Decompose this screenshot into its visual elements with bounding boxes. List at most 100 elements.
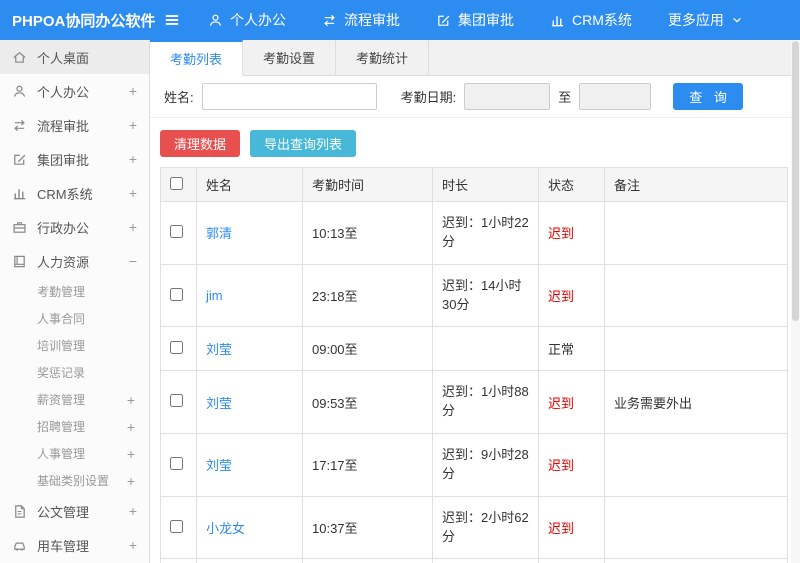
sidebar-item-label: CRM系统 [37,186,93,202]
employee-name-link[interactable]: 刘莹 [206,458,232,473]
name-cell: 小龙女 [196,495,303,560]
checkbox-header-cell [160,167,197,202]
plus-icon[interactable]: + [129,220,137,234]
employee-name-link[interactable]: 刘莹 [206,396,232,411]
workflow-icon [12,118,28,133]
remark-cell [604,495,788,560]
row-checkbox[interactable] [170,340,183,354]
column-header: 状态 [538,167,605,202]
sidebar-subitem-reward-punishment[interactable]: 奖惩记录 [0,359,149,386]
sidebar-subitem-personnel-management[interactable]: 人事管理 + [0,440,149,467]
date-from-input[interactable] [464,83,551,110]
select-all-checkbox[interactable] [170,176,183,190]
sidebar-item-group-approval[interactable]: 集团审批 + [0,142,149,176]
status-text: 正常 [548,342,575,358]
sidebar-item-label: 个人办公 [37,84,90,100]
sidebar-subitem-basic-category-settings[interactable]: 基础类别设置 + [0,467,149,494]
sidebar-subitem-attendance-management[interactable]: 考勤管理 [0,278,149,305]
plus-icon[interactable]: + [129,538,137,552]
scrollbar-thumb[interactable] [792,41,799,321]
nav-item-more-apps[interactable]: 更多应用 [668,10,743,30]
plus-icon[interactable]: + [127,393,135,407]
sidebar-subitem-salary-management[interactable]: 薪资管理 + [0,386,149,413]
filter-bar: 姓名: 考勤日期: 至 查 询 [150,76,800,118]
sidebar-subitem-label: 人事合同 [37,312,86,326]
workflow-icon [322,13,337,28]
sidebar-item-document-management[interactable]: 公文管理 + [0,494,149,528]
employee-name-link[interactable]: 小龙女 [206,521,245,536]
plus-icon[interactable]: + [127,447,135,461]
sidebar-item-workflow-approval[interactable]: 流程审批 + [0,108,149,142]
plus-icon[interactable]: + [129,152,137,166]
employee-name-link[interactable]: 郭清 [206,226,232,241]
tab-attendance-settings[interactable]: 考勤设置 [243,40,337,75]
duration-cell [432,326,539,372]
nav-item-crm-system[interactable]: CRM系统 [550,10,632,30]
remark-cell: 业务需要外出 [604,370,788,435]
sidebar-subitem-personnel-contract[interactable]: 人事合同 [0,305,149,332]
time-cell: 17:17至 [302,433,433,497]
name-filter-input[interactable] [201,83,377,110]
vertical-scrollbar[interactable] [791,40,800,563]
duration-cell: 迟到：1小时22分 [432,201,539,265]
nav-item-group-approval[interactable]: 集团审批 [436,10,514,30]
chart-icon [550,13,565,28]
sidebar-item-vehicle-management[interactable]: 用车管理 + [0,528,149,562]
sidebar-item-personal-office[interactable]: 个人办公 + [0,74,149,108]
sidebar-item-personal-desktop[interactable]: 个人桌面 [0,40,149,74]
table-row: 刘莹 17:17至 迟到：9小时28分 迟到 [160,433,788,497]
top-header: PHPOA协同办公软件 个人办公 流程审批 集团审批 CRM系统 更多应用 [0,0,800,40]
duration-cell: 迟到：2小时90分早退：7小时10分 [432,558,539,563]
plus-icon[interactable]: + [129,84,137,98]
employee-name-link[interactable]: 刘莹 [206,342,232,357]
nav-item-workflow-approval[interactable]: 流程审批 [322,10,400,30]
row-checkbox[interactable] [170,394,183,408]
status-text: 迟到 [548,289,575,305]
row-checkbox[interactable] [170,287,183,301]
time-cell: 10:13至 [302,201,433,265]
nav-item-personal-office[interactable]: 个人办公 [208,10,286,30]
duration-line: 迟到：9小时28分 [442,447,529,481]
search-button[interactable]: 查 询 [673,83,743,110]
plus-icon[interactable]: + [127,474,135,488]
table-row: 小龙女 10:37至 迟到：2小时62分 迟到 [160,495,788,560]
tab-attendance-stats[interactable]: 考勤统计 [336,40,430,75]
remark-cell [604,326,788,372]
table-row: jim 23:18至 迟到：14小时30分 迟到 [160,263,788,328]
sidebar-subitem-label: 薪资管理 [37,393,86,407]
home-icon [12,50,28,65]
sidebar-item-human-resources[interactable]: 人力资源 − [0,244,149,278]
date-to-label: 至 [558,90,572,105]
sidebar-item-label: 人力资源 [37,254,90,270]
employee-name-link[interactable]: jim [206,288,223,303]
export-list-button[interactable]: 导出查询列表 [250,130,357,157]
date-to-input[interactable] [579,83,652,110]
menu-toggle-icon[interactable] [152,0,192,40]
clear-data-button[interactable]: 清理数据 [160,130,241,157]
duration-line: 迟到：1小时22分 [442,215,529,249]
status-cell: 迟到 [538,433,605,497]
chevron-down-icon [731,14,743,26]
time-cell: 09:00至 [302,326,433,372]
plus-icon[interactable]: + [129,504,137,518]
row-checkbox[interactable] [170,519,183,533]
sidebar-subitem-recruitment-management[interactable]: 招聘管理 + [0,413,149,440]
book-icon [12,254,28,269]
plus-icon[interactable]: + [129,186,137,200]
sidebar-item-crm-system[interactable]: CRM系统 + [0,176,149,210]
nav-item-label: 更多应用 [667,12,724,28]
status-text: 迟到 [548,458,575,474]
row-checkbox[interactable] [170,456,183,470]
column-header: 时长 [432,167,539,202]
plus-icon[interactable]: + [129,118,137,132]
row-checkbox[interactable] [170,224,183,238]
row-checkbox-cell [160,370,197,435]
row-checkbox-cell [160,263,197,328]
minus-icon[interactable]: − [129,254,137,268]
sidebar-subitem-training-management[interactable]: 培训管理 [0,332,149,359]
tab-attendance-list[interactable]: 考勤列表 [150,40,244,76]
time-cell: 23:18至 [302,263,433,328]
sidebar-item-admin-office[interactable]: 行政办公 + [0,210,149,244]
sidebar-subitem-label: 考勤管理 [37,285,86,299]
plus-icon[interactable]: + [127,420,135,434]
